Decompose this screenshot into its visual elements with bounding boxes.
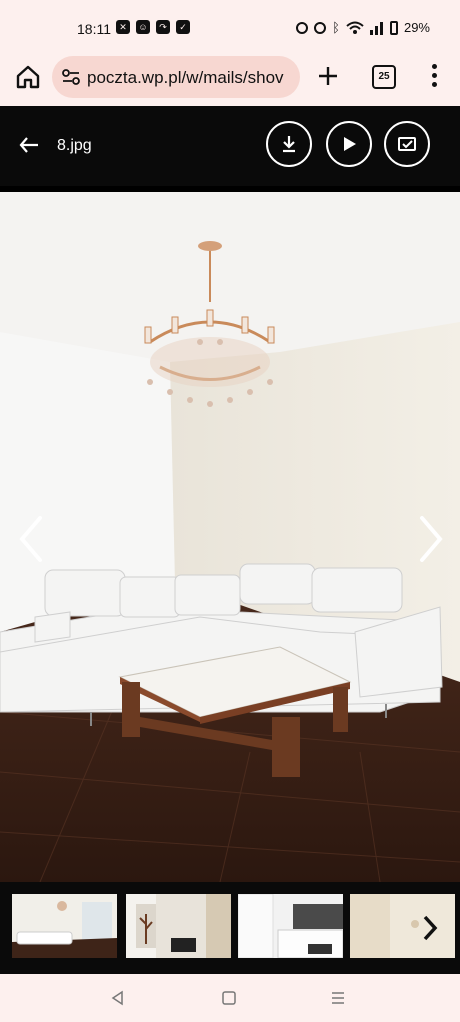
battery-percent: 29% bbox=[403, 20, 430, 35]
tab-switcher-button[interactable]: 25 bbox=[372, 65, 396, 89]
nav-recents-icon[interactable] bbox=[330, 990, 346, 1006]
status-bar: 18:11 ✕ ☺ ↷ ✓ ᛒ 29% bbox=[0, 0, 460, 52]
nfc-icon bbox=[296, 21, 309, 34]
download-icon bbox=[283, 136, 295, 153]
save-to-drive-icon bbox=[398, 137, 416, 151]
play-icon bbox=[344, 137, 356, 151]
browser-toolbar: poczta.wp.pl/w/mails/shov 25 bbox=[0, 52, 460, 106]
slideshow-button[interactable] bbox=[326, 121, 372, 167]
thumbnail-strip bbox=[0, 882, 460, 974]
system-icons: ᛒ 29% bbox=[296, 20, 430, 35]
previous-image-icon[interactable] bbox=[16, 514, 46, 564]
file-name: 8.jpg bbox=[57, 137, 92, 154]
more-options-icon[interactable] bbox=[428, 64, 440, 90]
thumbnail-kitchen[interactable] bbox=[238, 894, 343, 958]
address-bar[interactable]: poczta.wp.pl/w/mails/shov bbox=[52, 56, 300, 98]
site-settings-icon[interactable] bbox=[62, 69, 80, 85]
bluetooth-icon: ᛒ bbox=[332, 20, 340, 35]
home-icon[interactable] bbox=[14, 63, 42, 91]
alarm-icon bbox=[314, 21, 327, 34]
missed-call-icon: ↷ bbox=[156, 20, 170, 34]
thumbnail-wall-decoration[interactable] bbox=[126, 894, 231, 958]
nav-back-icon[interactable] bbox=[110, 990, 126, 1006]
signal-icon bbox=[369, 21, 383, 35]
attachment-image bbox=[0, 192, 460, 882]
walk-icon: ✓ bbox=[176, 20, 190, 34]
system-navigation-bar bbox=[0, 974, 460, 1022]
wifi-icon bbox=[346, 21, 364, 34]
nav-home-icon[interactable] bbox=[221, 990, 237, 1006]
status-time: 18:11 bbox=[77, 21, 111, 37]
sim-icon: ✕ bbox=[116, 20, 130, 34]
smiley-icon: ☺ bbox=[136, 20, 150, 34]
save-to-drive-button[interactable] bbox=[384, 121, 430, 167]
next-image-icon[interactable] bbox=[416, 514, 446, 564]
download-button[interactable] bbox=[266, 121, 312, 167]
plus-icon[interactable] bbox=[314, 62, 342, 90]
battery-icon bbox=[389, 20, 398, 35]
thumbnail-living-room[interactable] bbox=[12, 894, 117, 958]
url-text: poczta.wp.pl/w/mails/shov bbox=[87, 68, 284, 87]
attachment-viewer-header: 8.jpg bbox=[0, 106, 460, 186]
back-arrow-icon[interactable] bbox=[18, 134, 40, 156]
living-room-photo bbox=[0, 192, 460, 882]
thumbnails-next-icon[interactable] bbox=[420, 914, 440, 942]
notification-icons: ✕ ☺ ↷ ✓ bbox=[116, 20, 190, 34]
